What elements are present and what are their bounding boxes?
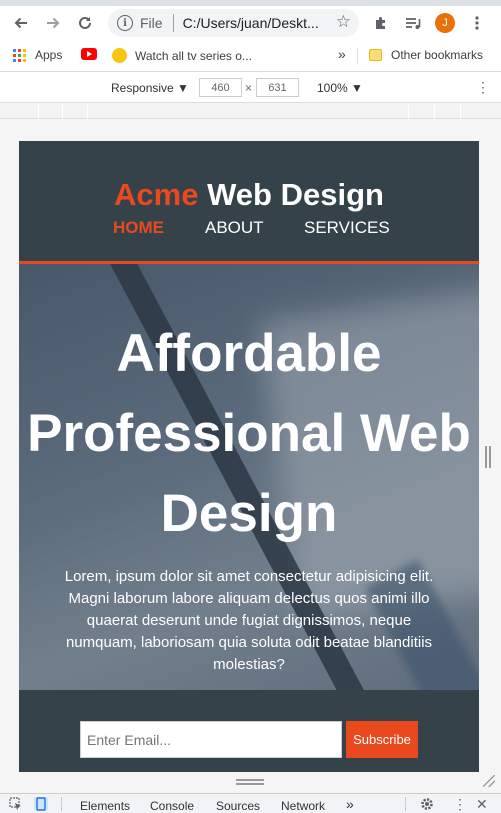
info-icon[interactable]: i: [117, 15, 133, 31]
tab-console[interactable]: Console: [150, 799, 194, 813]
brand-highlight: Acme: [114, 177, 199, 212]
resize-handle-right[interactable]: [485, 446, 491, 468]
devtools-menu-icon[interactable]: ⋮: [453, 796, 467, 813]
close-devtools-icon[interactable]: ✕: [476, 796, 488, 813]
device-toolbar: Responsive ▼ 460 × 631 100% ▼ ⋮: [0, 73, 501, 102]
devtools-tabbar: Elements Console Sources Network » ⋮ ✕: [0, 793, 501, 813]
apps-grid-icon: [13, 48, 26, 62]
back-arrow-icon[interactable]: [8, 10, 34, 36]
nav-home[interactable]: HOME: [113, 218, 164, 238]
emulated-page: Acme Web Design HOME ABOUT SERVICES Affo…: [19, 141, 479, 772]
bookmark-other[interactable]: Other bookmarks: [369, 48, 483, 62]
email-input[interactable]: [80, 721, 342, 758]
settings-gear-icon[interactable]: [420, 797, 434, 811]
tv-site-icon: [112, 48, 127, 63]
browser-toolbar: i File C:/Users/juan/Deskt... ☆ J: [0, 6, 501, 40]
profile-avatar[interactable]: J: [435, 13, 455, 33]
kebab-icon[interactable]: [464, 10, 490, 36]
media-query-ruler[interactable]: [0, 102, 501, 119]
address-divider: [172, 14, 174, 32]
puzzle-icon[interactable]: [368, 10, 394, 36]
nav-services[interactable]: SERVICES: [304, 218, 390, 238]
bookmarks-divider: [357, 48, 358, 64]
viewport-width-input[interactable]: 460: [199, 78, 242, 97]
showcase-text: Lorem, ipsum dolor sit amet consectetur …: [64, 568, 434, 673]
folder-icon: [369, 49, 382, 61]
forward-arrow-icon[interactable]: [40, 10, 66, 36]
youtube-icon: [81, 48, 97, 60]
resize-handle-corner[interactable]: [483, 775, 495, 787]
bookmarks-bar: Apps Watch all tv series o... » Other bo…: [0, 40, 501, 72]
star-icon[interactable]: ☆: [336, 12, 351, 32]
bookmarks-overflow[interactable]: »: [338, 46, 346, 62]
device-menu-icon[interactable]: ⋮: [476, 79, 490, 96]
brand-rest: Web Design: [198, 177, 384, 212]
device-toggle-icon[interactable]: [34, 797, 48, 811]
showcase-section: Affordable Professional Web Design Lorem…: [19, 264, 479, 690]
bookmark-watch-label: Watch all tv series o...: [135, 48, 252, 63]
address-scheme: File: [140, 15, 163, 31]
device-mode-label: Responsive: [111, 81, 174, 95]
showcase-headline: Affordable Professional Web Design: [27, 324, 471, 543]
bookmark-youtube[interactable]: [81, 48, 97, 60]
reload-icon[interactable]: [72, 10, 98, 36]
site-branding: Acme Web Design: [19, 177, 479, 213]
bookmark-other-label: Other bookmarks: [391, 48, 484, 62]
bookmark-watch-series[interactable]: Watch all tv series o...: [112, 48, 252, 63]
zoom-label: 100%: [317, 81, 348, 95]
resize-handle-bottom[interactable]: [236, 779, 264, 785]
tab-elements[interactable]: Elements: [80, 799, 130, 813]
site-header: Acme Web Design HOME ABOUT SERVICES: [19, 141, 479, 264]
nav-about[interactable]: ABOUT: [205, 218, 264, 238]
more-tabs[interactable]: »: [346, 796, 354, 812]
address-url[interactable]: C:/Users/juan/Deskt...: [183, 15, 319, 31]
viewport-height-input[interactable]: 631: [256, 78, 299, 97]
bookmark-apps[interactable]: Apps: [13, 48, 62, 62]
inspect-element-icon[interactable]: [9, 797, 23, 811]
address-bar[interactable]: i File C:/Users/juan/Deskt... ☆: [108, 9, 359, 37]
device-mode-select[interactable]: Responsive ▼: [111, 81, 189, 95]
zoom-select[interactable]: 100% ▼: [317, 81, 363, 95]
dimension-separator: ×: [245, 81, 253, 95]
bookmark-apps-label: Apps: [35, 48, 63, 62]
media-queue-icon[interactable]: [400, 10, 426, 36]
tab-sources[interactable]: Sources: [216, 799, 260, 813]
newsletter-section: Subscribe: [19, 690, 479, 772]
subscribe-button[interactable]: Subscribe: [346, 721, 418, 758]
tab-network[interactable]: Network: [281, 799, 325, 813]
